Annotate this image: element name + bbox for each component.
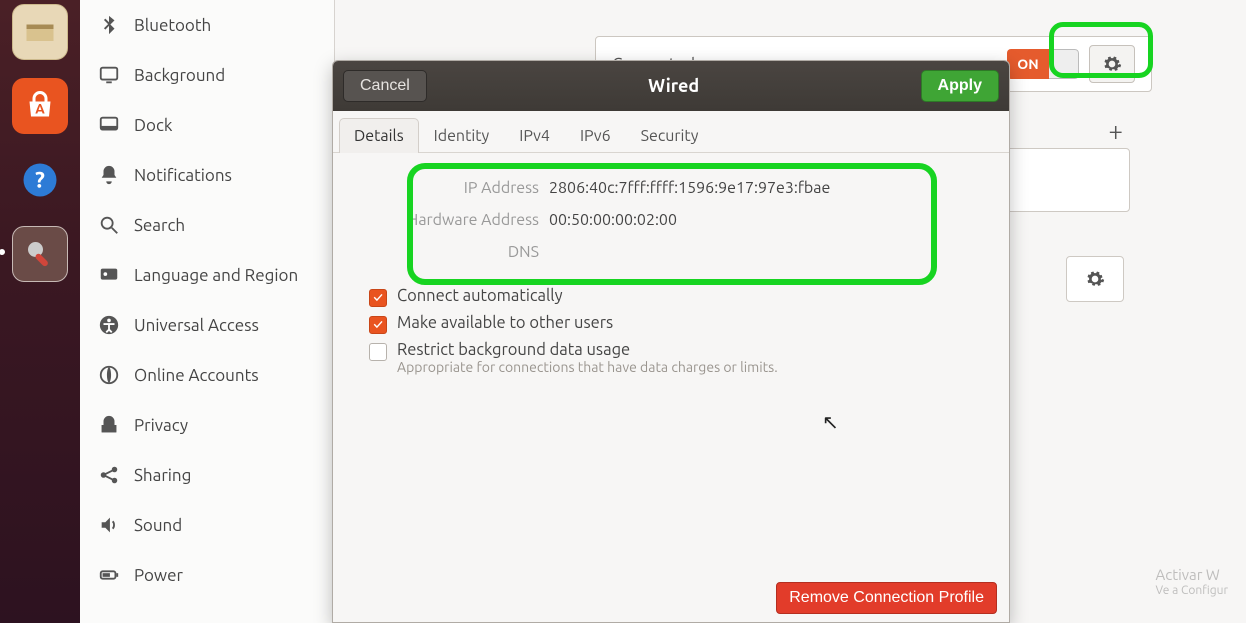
share-row[interactable]: Make available to other users [369, 314, 973, 334]
software-store-icon: A [22, 88, 58, 124]
watermark-line2: Ve a Configur [1156, 584, 1228, 597]
settings-sidebar: Bluetooth Background Dock Notifications … [80, 0, 335, 623]
hardware-address-value: 00:50:00:00:02:00 [549, 211, 973, 229]
sidebar-item-sharing[interactable]: Sharing [80, 450, 334, 500]
ip-address-label: IP Address [369, 179, 539, 197]
launcher-files[interactable] [12, 4, 68, 60]
tab-ipv4[interactable]: IPv4 [504, 118, 565, 153]
add-connection-button[interactable]: + [1108, 116, 1123, 145]
apply-button[interactable]: Apply [921, 70, 999, 102]
notifications-icon [98, 164, 120, 186]
sharing-icon [98, 464, 120, 486]
sidebar-item-power[interactable]: Power [80, 550, 334, 600]
sidebar-item-privacy[interactable]: Privacy [80, 400, 334, 450]
tab-details[interactable]: Details [339, 118, 419, 153]
remove-connection-button[interactable]: Remove Connection Profile [776, 582, 997, 614]
sidebar-label: Language and Region [134, 266, 298, 285]
background-icon [98, 64, 120, 86]
sidebar-label: Search [134, 216, 185, 235]
sidebar-label: Sound [134, 516, 182, 535]
files-icon [22, 14, 58, 50]
dialog-tabs: Details Identity IPv4 IPv6 Security [333, 111, 1009, 153]
details-grid: IP Address 2806:40c:7fff:ffff:1596:9e17:… [369, 179, 973, 261]
sidebar-item-sound[interactable]: Sound [80, 500, 334, 550]
connect-automatically-checkbox[interactable] [369, 289, 387, 307]
dialog-titlebar: Cancel Wired Apply [333, 61, 1009, 111]
svg-text:?: ? [35, 168, 45, 193]
settings-wrench-icon [22, 236, 58, 272]
connect-automatically-row[interactable]: Connect automatically [369, 287, 973, 307]
sidebar-item-bluetooth[interactable]: Bluetooth [80, 0, 334, 50]
sidebar-label: Notifications [134, 166, 232, 185]
launcher-settings[interactable] [12, 226, 68, 282]
sidebar-item-online-accounts[interactable]: Online Accounts [80, 350, 334, 400]
sidebar-label: Background [134, 66, 225, 85]
sidebar-label: Online Accounts [134, 366, 259, 385]
dns-value [549, 243, 973, 261]
sidebar-item-dock[interactable]: Dock [80, 100, 334, 150]
sidebar-item-search[interactable]: Search [80, 200, 334, 250]
ip-address-value: 2806:40c:7fff:ffff:1596:9e17:97e3:fbae [549, 179, 973, 197]
bluetooth-icon [98, 14, 120, 36]
search-icon [98, 214, 120, 236]
toggle-knob [1049, 49, 1079, 79]
proxy-settings-button[interactable] [1066, 256, 1124, 302]
dialog-body: IP Address 2806:40c:7fff:ffff:1596:9e17:… [333, 153, 1009, 578]
tab-security[interactable]: Security [626, 118, 714, 153]
power-icon [98, 564, 120, 586]
language-icon [98, 264, 120, 286]
privacy-icon [98, 414, 120, 436]
cancel-button[interactable]: Cancel [343, 70, 427, 102]
dock-icon [98, 114, 120, 136]
sound-icon [98, 514, 120, 536]
share-checkbox[interactable] [369, 316, 387, 334]
sidebar-item-notifications[interactable]: Notifications [80, 150, 334, 200]
sidebar-label: Bluetooth [134, 16, 211, 35]
watermark-line1: Activar W [1156, 567, 1228, 584]
connection-toggle[interactable]: ON [1007, 49, 1079, 79]
sidebar-item-language[interactable]: Language and Region [80, 250, 334, 300]
activate-windows-watermark: Activar W Ve a Configur [1156, 567, 1228, 597]
gear-icon [1102, 54, 1122, 74]
restrict-data-checkbox[interactable] [369, 343, 387, 361]
restrict-data-row[interactable]: Restrict background data usage Appropria… [369, 341, 973, 375]
dialog-title: Wired [427, 76, 921, 96]
sidebar-item-universal-access[interactable]: Universal Access [80, 300, 334, 350]
sidebar-label: Power [134, 566, 183, 585]
wired-settings-dialog: Cancel Wired Apply Details Identity IPv4… [332, 60, 1010, 623]
sidebar-label: Privacy [134, 416, 188, 435]
sidebar-label: Dock [134, 116, 172, 135]
launcher: A ? [0, 0, 80, 623]
share-label: Make available to other users [397, 314, 613, 332]
restrict-data-sublabel: Appropriate for connections that have da… [397, 359, 778, 375]
hardware-address-label: Hardware Address [369, 211, 539, 229]
sidebar-label: Sharing [134, 466, 191, 485]
gear-icon [1085, 269, 1105, 289]
svg-text:A: A [35, 101, 45, 117]
dialog-footer: Remove Connection Profile [333, 578, 1009, 622]
toggle-on-label: ON [1007, 49, 1049, 79]
accessibility-icon [98, 314, 120, 336]
tab-identity[interactable]: Identity [419, 118, 505, 153]
sidebar-item-background[interactable]: Background [80, 50, 334, 100]
launcher-software-store[interactable]: A [12, 78, 68, 134]
connect-automatically-label: Connect automatically [397, 287, 563, 305]
online-accounts-icon [98, 364, 120, 386]
sidebar-label: Universal Access [134, 316, 259, 335]
dns-label: DNS [369, 243, 539, 261]
connection-settings-button[interactable] [1089, 45, 1135, 83]
help-icon: ? [22, 162, 58, 198]
tab-ipv6[interactable]: IPv6 [565, 118, 626, 153]
restrict-data-label: Restrict background data usage [397, 341, 778, 359]
launcher-help[interactable]: ? [12, 152, 68, 208]
